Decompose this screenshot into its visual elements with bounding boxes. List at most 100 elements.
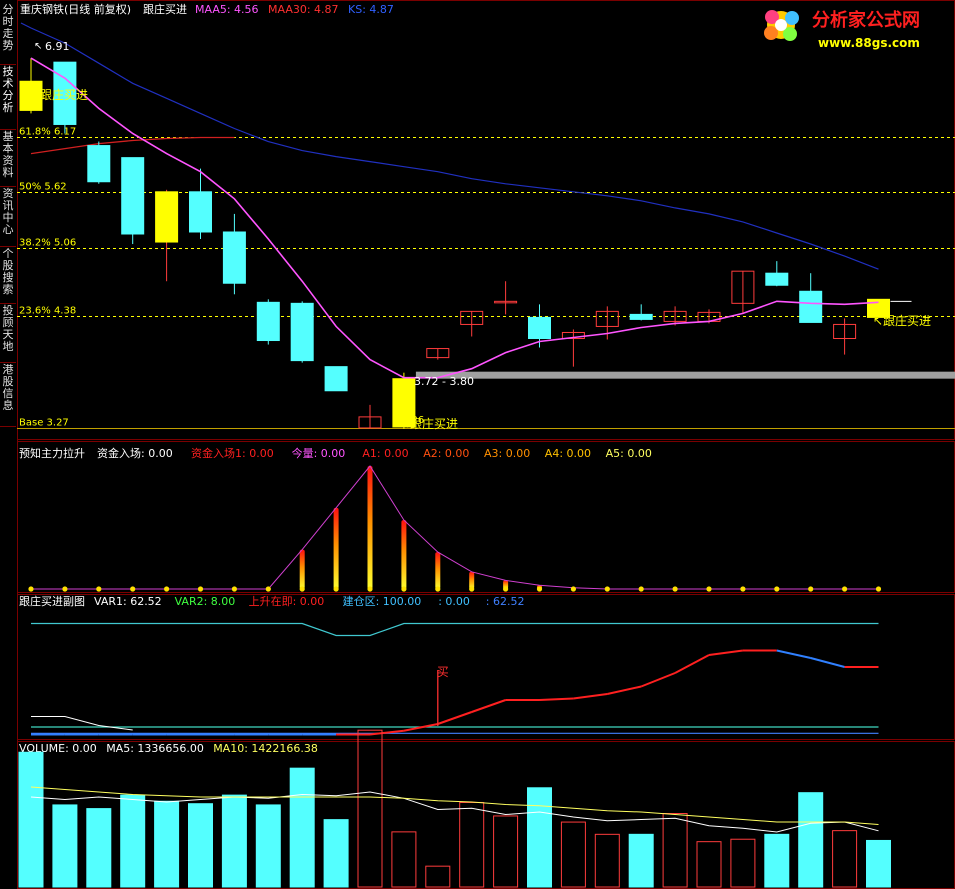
- fund-dot-6: [231, 586, 237, 592]
- volume-bar-16: [560, 821, 586, 888]
- volume-bar-7: [255, 804, 281, 888]
- fund-line: [31, 465, 879, 590]
- candle-3[interactable]: [121, 157, 145, 235]
- fund-dot-23: [808, 586, 814, 592]
- fund-bar-8: [299, 549, 305, 589]
- panel3-item-2: MA10: 1422166.38: [213, 742, 318, 755]
- fib-label-0: 61.8% 6.17: [19, 127, 76, 138]
- logo-petal-2: [785, 11, 799, 25]
- fund-dot-15: [536, 586, 543, 592]
- fund-dot-5: [197, 586, 204, 592]
- var1-line: [31, 622, 879, 637]
- high-arrow: ↖: [34, 41, 42, 52]
- volume-bar-9: [323, 819, 349, 888]
- volume-bar-3: [120, 794, 146, 888]
- fund-dot-14: [503, 586, 509, 592]
- logo-center: [775, 19, 787, 31]
- panel1-item-6: A4: 0.00: [545, 447, 591, 460]
- volume-bar-2: [86, 808, 112, 888]
- panel2-item-0: VAR1: 62.52: [94, 595, 162, 608]
- candle-15[interactable]: [528, 316, 551, 340]
- logo-url: www.88gs.com: [818, 36, 920, 50]
- fund-dot-11: [401, 586, 407, 592]
- fund-bar-9: [333, 507, 339, 589]
- volume-bar-11: [391, 831, 417, 888]
- volume-bar-18: [628, 833, 654, 888]
- volume-bar-25: [866, 839, 891, 888]
- volume-bar-6: [221, 794, 247, 888]
- candle-2[interactable]: [87, 145, 111, 183]
- fund-dot-21: [740, 586, 746, 592]
- panel2-item-4: : 0.00: [438, 595, 470, 608]
- signal-label-0: ↖跟庄买进: [30, 87, 88, 102]
- maa30-line: [30, 136, 235, 155]
- var-seg-17: [607, 685, 642, 695]
- fund-dot-8: [299, 586, 305, 592]
- panel1-title: 预知主力拉升: [19, 446, 85, 460]
- fib-label-3: 23.6% 4.38: [19, 306, 76, 317]
- candle-6[interactable]: [222, 231, 246, 284]
- panel2-item-3: 建仓区: 100.00: [343, 594, 422, 608]
- panel-frame-1: [17, 441, 955, 593]
- main-item-2: KS: 4.87: [348, 3, 394, 16]
- var-seg-12: [437, 711, 473, 725]
- fund-dot-2: [96, 586, 102, 592]
- volume-bar-12: [425, 865, 451, 888]
- fund-dot-22: [774, 586, 780, 592]
- volume-bar-4: [154, 800, 180, 888]
- candle-22[interactable]: [765, 272, 789, 286]
- var-seg-20: [708, 649, 744, 656]
- buy-label: 买: [437, 665, 449, 679]
- var-seg-19: [674, 654, 710, 674]
- candle-8[interactable]: [290, 302, 314, 362]
- fib-label-1: 50% 5.62: [19, 182, 67, 193]
- candle-4[interactable]: [155, 191, 179, 243]
- panel2-title: 跟庄买进副图: [19, 594, 85, 608]
- volume-bar-17: [594, 833, 620, 888]
- ks-line: [20, 22, 879, 270]
- var-seg-18: [640, 672, 676, 688]
- range-label: 3.72 - 3.80: [414, 375, 474, 388]
- candle-18[interactable]: [629, 313, 653, 320]
- fund-dot-10: [367, 586, 373, 592]
- volume-bar-10: [357, 729, 383, 888]
- candle-5[interactable]: [189, 191, 212, 233]
- candle-23[interactable]: [799, 290, 823, 323]
- var-seg-15: [539, 697, 574, 701]
- panel-frame-2: [17, 594, 955, 740]
- var-seg-22: [776, 649, 811, 659]
- high-mark: 6.91: [45, 40, 70, 53]
- volume-bar-13: [459, 801, 485, 888]
- volume-bar-24: [832, 830, 858, 888]
- stock-chart[interactable]: 重庆钢铁(日线 前复权) 跟庄买进 MAA5: 4.56 MAA30: 4.87 KS:…: [0, 0, 955, 889]
- fund-dot-24: [842, 586, 848, 592]
- main-item-1: MAA30: 4.87: [268, 3, 339, 16]
- main-item-0: MAA5: 4.56: [195, 3, 259, 16]
- fund-bar-12: [435, 552, 441, 589]
- fund-dot-1: [62, 586, 68, 592]
- candle-7[interactable]: [256, 301, 280, 342]
- volume-bar-14: [493, 815, 519, 888]
- fund-dot-12: [435, 586, 441, 592]
- panel1-item-7: A5: 0.00: [606, 447, 652, 460]
- range-band: [415, 371, 955, 379]
- fund-dot-17: [604, 586, 610, 592]
- signal-label-2: ↖跟庄买进: [873, 313, 931, 328]
- fund-dot-7: [265, 586, 271, 592]
- fund-dot-4: [164, 586, 170, 592]
- candle-9[interactable]: [324, 366, 348, 392]
- panel1-item-2: 今量: 0.00: [292, 446, 346, 460]
- panel2-item-1: VAR2: 8.00: [175, 595, 236, 608]
- fund-bar-11: [401, 520, 407, 589]
- signal-label-1: ↖跟庄买进: [400, 416, 458, 431]
- fib-label-2: 38.2% 5.06: [19, 238, 76, 249]
- var-seg-23: [810, 657, 845, 668]
- panel3-item-1: MA5: 1336656.00: [106, 742, 204, 755]
- fund-dot-20: [706, 586, 712, 592]
- fund-dot-25: [875, 586, 882, 592]
- volume-bar-19: [662, 813, 688, 888]
- fib-label-4: Base 3.27: [19, 418, 69, 429]
- logo-text: 分析家公式网: [812, 9, 920, 31]
- volume-bar-0: [18, 751, 44, 888]
- volume-bar-20: [696, 841, 722, 888]
